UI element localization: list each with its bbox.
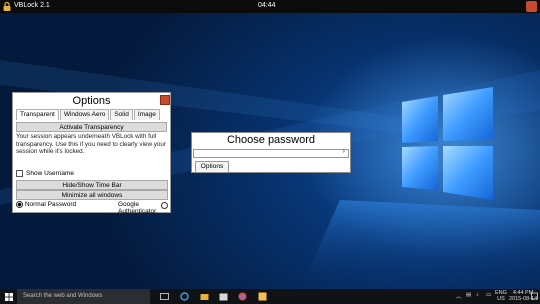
chevron-right-icon[interactable]: › xyxy=(343,148,345,155)
battery-icon[interactable]: ▭ xyxy=(486,292,491,298)
lock-clock: 04:44 xyxy=(258,2,276,9)
radio-google-authenticator[interactable] xyxy=(161,202,168,209)
notifications-icon[interactable] xyxy=(531,292,538,301)
checkbox-box[interactable] xyxy=(16,170,23,177)
vblock-title-bar: VBLock 2.1 04:44 xyxy=(0,0,540,13)
edge-browser-icon[interactable] xyxy=(180,292,189,301)
network-icon[interactable]: ▤ xyxy=(466,292,471,298)
language-indicator[interactable]: ENG US xyxy=(495,290,507,302)
radio-normal-password[interactable] xyxy=(16,201,23,208)
show-username-label: Show Username xyxy=(26,170,75,178)
options-window: Options Transparent Windows Aero Solid I… xyxy=(12,92,171,215)
tab-image[interactable]: Image xyxy=(133,109,160,120)
tab-transparent[interactable]: Transparent xyxy=(16,109,59,120)
password-mode-radios: Normal Password Google Authenticator xyxy=(16,201,168,215)
file-explorer-icon[interactable] xyxy=(200,292,209,301)
show-username-checkbox[interactable]: Show Username xyxy=(16,170,74,177)
options-button[interactable]: Options xyxy=(195,161,229,173)
close-icon[interactable] xyxy=(526,1,537,12)
options-title: Options xyxy=(72,95,111,107)
activate-transparency-button[interactable]: Activate Transparency xyxy=(16,122,167,132)
tab-solid[interactable]: Solid xyxy=(110,109,133,120)
tab-windows-aero[interactable]: Windows Aero xyxy=(59,109,110,120)
tray-chevron-icon[interactable]: ︿ xyxy=(456,292,462,300)
mode-description: Your session appears underneath VBLock w… xyxy=(16,133,167,156)
normal-password-label: Normal Password xyxy=(24,201,77,209)
store-icon[interactable] xyxy=(219,292,228,301)
region-code: US xyxy=(497,296,505,302)
password-input[interactable]: › xyxy=(193,148,349,158)
vblock-app-icon[interactable] xyxy=(258,292,267,301)
app-title: VBLock 2.1 xyxy=(14,2,50,9)
choose-password-title: Choose password xyxy=(226,134,316,146)
windows-start-icon[interactable] xyxy=(5,293,13,301)
volume-icon[interactable]: ♪ xyxy=(476,292,479,298)
padlock-icon xyxy=(3,2,11,11)
search-placeholder: Search the web and Windows xyxy=(23,293,103,299)
chrome-icon[interactable] xyxy=(238,292,247,301)
close-icon[interactable] xyxy=(160,95,170,105)
task-view-icon[interactable] xyxy=(160,292,169,301)
choose-password-dialog: Choose password › Options xyxy=(191,132,351,173)
options-tabs: Transparent Windows Aero Solid Image xyxy=(16,109,161,120)
search-box[interactable]: Search the web and Windows xyxy=(17,289,150,304)
hide-show-timebar-button[interactable]: Hide/Show Time Bar xyxy=(16,180,168,190)
taskbar: Search the web and Windows ︿ ▤ ♪ ▭ ENG U… xyxy=(0,289,540,304)
minimize-all-windows-button[interactable]: Minimize all windows xyxy=(16,190,168,200)
